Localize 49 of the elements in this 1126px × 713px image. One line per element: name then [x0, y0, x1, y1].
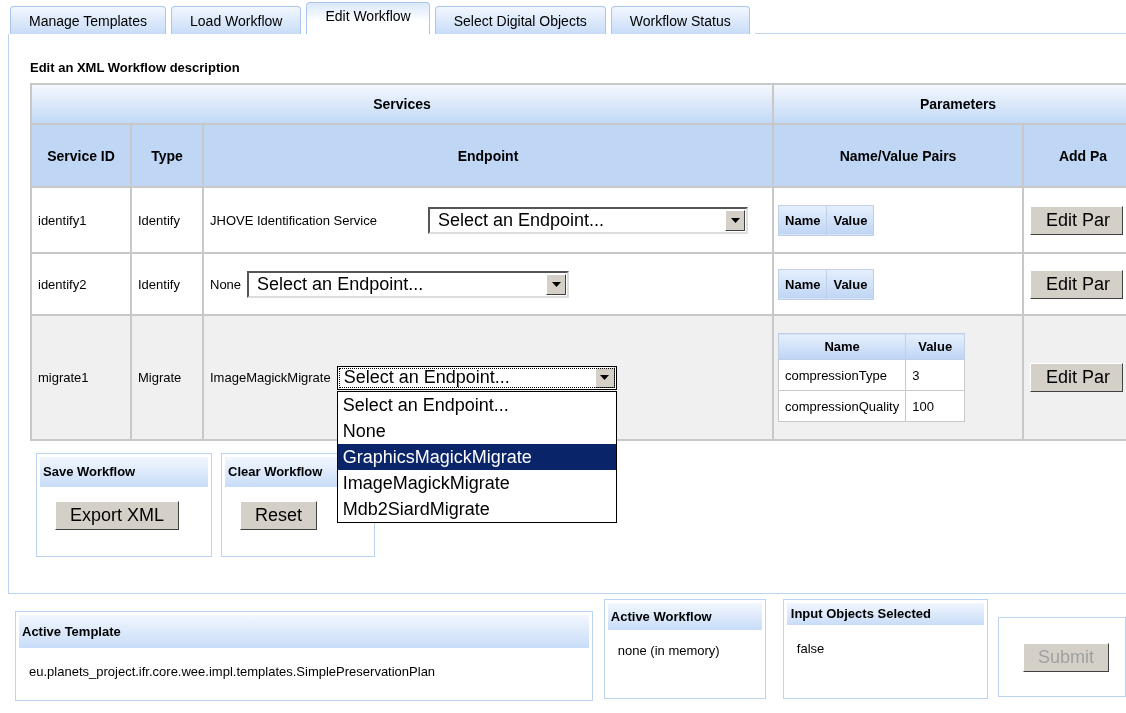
action-button[interactable]: Reset [240, 501, 318, 530]
edit-parameters-button[interactable]: Edit Par [1030, 363, 1124, 392]
parameter-header: Name [778, 205, 827, 235]
section-heading: Edit an XML Workflow description [30, 60, 241, 75]
tab[interactable]: Workflow Status [610, 6, 750, 34]
column-header: Add Pa [1023, 124, 1126, 187]
endpoint-select[interactable]: Select an Endpoint... [428, 206, 748, 234]
parameter-header: Value [905, 333, 965, 360]
column-header: Name/Value Pairs [773, 124, 1023, 187]
parameter-name: compressionType [778, 359, 906, 391]
column-header: Endpoint [203, 124, 773, 187]
tab[interactable]: Load Workflow [171, 6, 302, 34]
status-value: eu.planets_project.ifr.core.wee.impl.templates.SimplePreservationPlan [28, 663, 437, 681]
endpoint-name: ImageMagickMigrate [210, 370, 331, 385]
dropdown-option[interactable]: Select an Endpoint... [337, 391, 616, 418]
action-button[interactable]: Export XML [55, 501, 180, 530]
parameter-value: 3 [905, 359, 965, 391]
parameter-header: Value [826, 205, 874, 235]
column-header: Service ID [31, 124, 131, 187]
panel-title: Active Template [19, 615, 589, 648]
endpoint-select[interactable]: Select an Endpoint... [336, 365, 617, 390]
table-cell: migrate1 [31, 315, 131, 440]
column-group-header: Parameters [773, 84, 1126, 124]
dropdown-option[interactable]: GraphicsMagickMigrate [337, 443, 616, 470]
panel-title: Save Workflow [40, 457, 208, 487]
parameter-header: Name [778, 333, 906, 360]
column-header: Type [131, 124, 203, 187]
endpoint-select[interactable]: Select an Endpoint... [247, 270, 570, 298]
panel-title: Active Workflow [607, 603, 762, 630]
panel-title: Input Objects Selected [786, 603, 984, 625]
edit-parameters-button[interactable]: Edit Par [1030, 269, 1124, 299]
edit-parameters-button[interactable]: Edit Par [1030, 205, 1124, 235]
parameter-header: Name [778, 269, 827, 299]
tab[interactable]: Manage Templates [10, 6, 167, 34]
dropdown-option[interactable]: None [337, 417, 616, 444]
endpoint-name: None [210, 276, 242, 292]
parameter-name: compressionQuality [778, 390, 906, 422]
table-cell: identify1 [31, 187, 131, 253]
tab[interactable]: Edit Workflow [306, 2, 430, 34]
status-value: false [795, 640, 826, 658]
endpoint-name: JHOVE Identification Service [210, 211, 378, 230]
column-group-header: Services [31, 84, 773, 124]
tab[interactable]: Select Digital Objects [434, 6, 606, 34]
dropdown-option[interactable]: Mdb2SiardMigrate [337, 495, 616, 522]
table-cell: Migrate [131, 315, 203, 440]
parameter-header: Value [826, 269, 874, 299]
parameter-value: 100 [905, 390, 965, 422]
table-cell: Identify [131, 187, 203, 253]
status-value: none (in memory) [616, 642, 721, 660]
